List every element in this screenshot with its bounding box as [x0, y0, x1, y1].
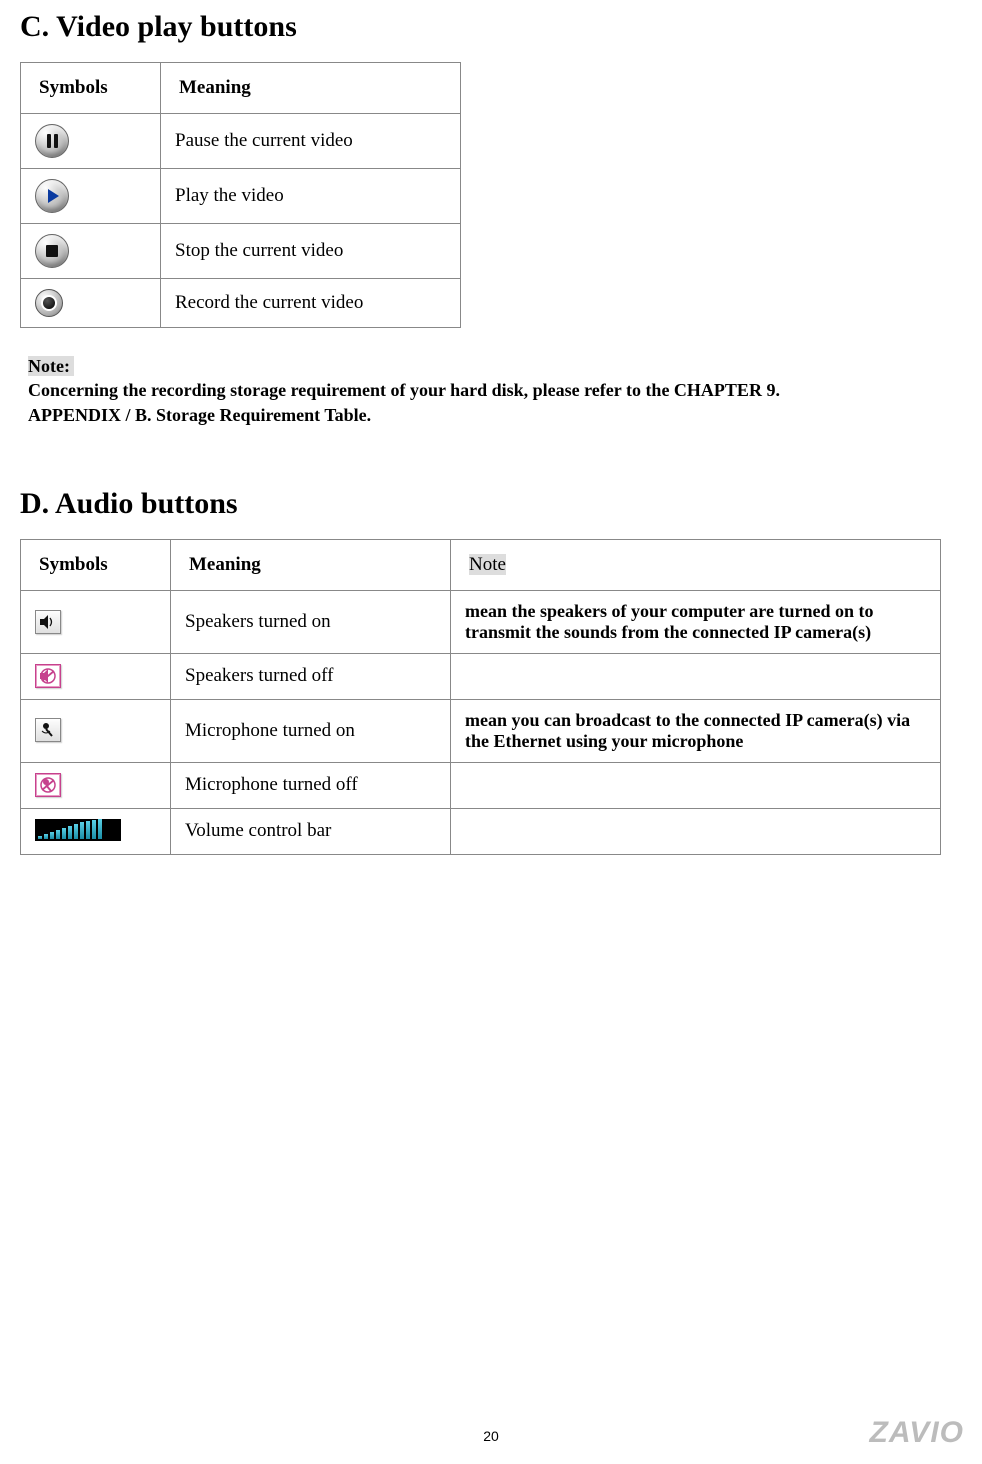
- meaning-cell: Play the video: [161, 169, 461, 224]
- meaning-cell: Record the current video: [161, 279, 461, 328]
- note-block: Note: Concerning the recording storage r…: [28, 354, 858, 427]
- table-row: Play the video: [21, 169, 461, 224]
- meaning-cell: Speakers turned on: [171, 590, 451, 653]
- table-row: Microphone turned on mean you can broadc…: [21, 699, 941, 762]
- section-c-heading: C. Video play buttons: [20, 10, 962, 44]
- table-row: Stop the current video: [21, 224, 461, 279]
- table-header-symbols: Symbols: [21, 63, 161, 114]
- note-cell: [451, 808, 941, 854]
- play-icon: [35, 179, 69, 213]
- mic-off-icon: [35, 773, 61, 797]
- table-row: Speakers turned off: [21, 653, 941, 699]
- table-row: Record the current video: [21, 279, 461, 328]
- table-header-note: Note: [451, 539, 941, 590]
- note-cell: [451, 762, 941, 808]
- table-header-meaning: Meaning: [161, 63, 461, 114]
- volume-bar-icon: [35, 819, 121, 841]
- speaker-on-icon: [35, 610, 61, 634]
- meaning-cell: Volume control bar: [171, 808, 451, 854]
- table-row: Microphone turned off: [21, 762, 941, 808]
- table-row: Volume control bar: [21, 808, 941, 854]
- meaning-cell: Microphone turned off: [171, 762, 451, 808]
- section-d-heading: D. Audio buttons: [20, 487, 962, 521]
- page-number: 20: [0, 1428, 982, 1444]
- table-header-symbols: Symbols: [21, 539, 171, 590]
- note-cell: mean the speakers of your computer are t…: [451, 590, 941, 653]
- table-row: Pause the current video: [21, 114, 461, 169]
- meaning-cell: Stop the current video: [161, 224, 461, 279]
- audio-buttons-table: Symbols Meaning Note Speakers turned on …: [20, 539, 941, 855]
- mic-on-icon: [35, 718, 61, 742]
- table-header-meaning: Meaning: [171, 539, 451, 590]
- video-buttons-table: Symbols Meaning Pause the current video …: [20, 62, 461, 328]
- meaning-cell: Microphone turned on: [171, 699, 451, 762]
- brand-logo: ZAVIO: [870, 1416, 964, 1450]
- note-cell: mean you can broadcast to the connected …: [451, 699, 941, 762]
- meaning-cell: Speakers turned off: [171, 653, 451, 699]
- pause-icon: [35, 124, 69, 158]
- meaning-cell: Pause the current video: [161, 114, 461, 169]
- note-cell: [451, 653, 941, 699]
- table-row: Speakers turned on mean the speakers of …: [21, 590, 941, 653]
- stop-icon: [35, 234, 69, 268]
- note-label: Note:: [28, 356, 74, 376]
- note-text: Concerning the recording storage require…: [28, 380, 780, 424]
- record-icon: [35, 289, 63, 317]
- speaker-off-icon: [35, 664, 61, 688]
